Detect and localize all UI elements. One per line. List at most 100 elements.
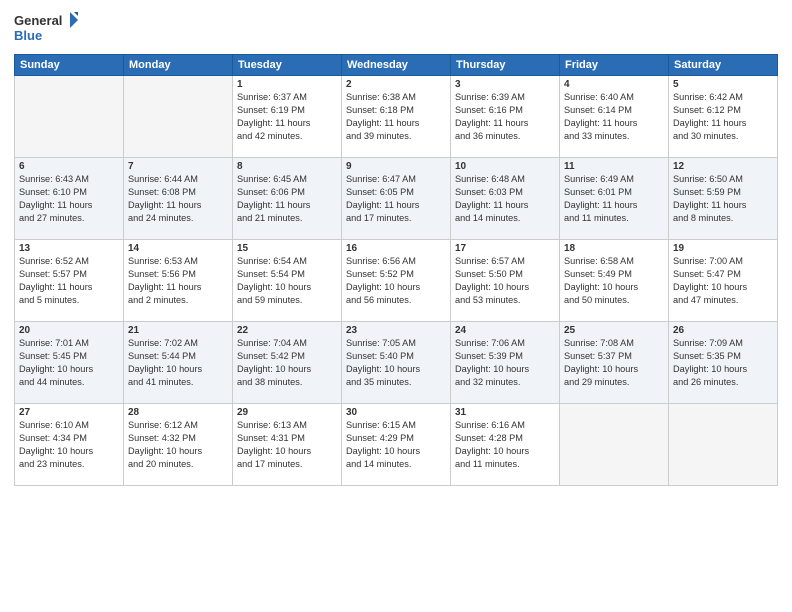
cell-line: Sunset: 5:44 PM <box>128 350 228 363</box>
cell-line: Sunset: 5:49 PM <box>564 268 664 281</box>
day-number: 8 <box>237 161 337 172</box>
calendar-cell: 25Sunrise: 7:08 AMSunset: 5:37 PMDayligh… <box>560 322 669 404</box>
cell-line: and 17 minutes. <box>237 458 337 471</box>
calendar-cell: 10Sunrise: 6:48 AMSunset: 6:03 PMDayligh… <box>451 158 560 240</box>
day-number: 23 <box>346 325 446 336</box>
calendar-cell: 8Sunrise: 6:45 AMSunset: 6:06 PMDaylight… <box>233 158 342 240</box>
cell-line: Sunrise: 6:53 AM <box>128 255 228 268</box>
cell-line: Sunrise: 7:01 AM <box>19 337 119 350</box>
cell-line: Sunset: 4:31 PM <box>237 432 337 445</box>
cell-line: Sunset: 5:40 PM <box>346 350 446 363</box>
logo: General Blue <box>14 10 84 46</box>
cell-line: and 24 minutes. <box>128 212 228 225</box>
cell-line: Daylight: 10 hours <box>128 363 228 376</box>
calendar-cell: 30Sunrise: 6:15 AMSunset: 4:29 PMDayligh… <box>342 404 451 486</box>
cell-line: and 29 minutes. <box>564 376 664 389</box>
cell-line: Sunrise: 6:38 AM <box>346 91 446 104</box>
calendar-cell: 11Sunrise: 6:49 AMSunset: 6:01 PMDayligh… <box>560 158 669 240</box>
cell-line: Daylight: 10 hours <box>564 281 664 294</box>
calendar-cell: 4Sunrise: 6:40 AMSunset: 6:14 PMDaylight… <box>560 76 669 158</box>
cell-line: Sunrise: 6:54 AM <box>237 255 337 268</box>
cell-line: and 21 minutes. <box>237 212 337 225</box>
day-number: 11 <box>564 161 664 172</box>
cell-line: Sunrise: 6:39 AM <box>455 91 555 104</box>
cell-line: Sunrise: 6:37 AM <box>237 91 337 104</box>
day-number: 18 <box>564 243 664 254</box>
cell-line: and 41 minutes. <box>128 376 228 389</box>
cell-line: Sunset: 5:59 PM <box>673 186 773 199</box>
cell-line: Daylight: 10 hours <box>128 445 228 458</box>
cell-line: Sunrise: 7:06 AM <box>455 337 555 350</box>
cell-line: Sunset: 6:05 PM <box>346 186 446 199</box>
cell-line: Sunset: 5:39 PM <box>455 350 555 363</box>
cell-line: Sunrise: 6:47 AM <box>346 173 446 186</box>
cell-line: Daylight: 11 hours <box>19 281 119 294</box>
cell-line: Sunrise: 6:56 AM <box>346 255 446 268</box>
cell-line: Daylight: 10 hours <box>237 445 337 458</box>
cell-line: Sunset: 6:06 PM <box>237 186 337 199</box>
calendar-cell: 29Sunrise: 6:13 AMSunset: 4:31 PMDayligh… <box>233 404 342 486</box>
cell-line: Sunset: 6:16 PM <box>455 104 555 117</box>
day-number: 20 <box>19 325 119 336</box>
day-number: 16 <box>346 243 446 254</box>
cell-line: and 27 minutes. <box>19 212 119 225</box>
calendar-cell: 19Sunrise: 7:00 AMSunset: 5:47 PMDayligh… <box>669 240 778 322</box>
day-number: 24 <box>455 325 555 336</box>
calendar-cell: 18Sunrise: 6:58 AMSunset: 5:49 PMDayligh… <box>560 240 669 322</box>
cell-line: and 38 minutes. <box>237 376 337 389</box>
cell-line: Sunrise: 6:58 AM <box>564 255 664 268</box>
cell-line: Sunset: 5:57 PM <box>19 268 119 281</box>
calendar-cell <box>669 404 778 486</box>
calendar-cell: 24Sunrise: 7:06 AMSunset: 5:39 PMDayligh… <box>451 322 560 404</box>
calendar-cell: 2Sunrise: 6:38 AMSunset: 6:18 PMDaylight… <box>342 76 451 158</box>
calendar-cell: 31Sunrise: 6:16 AMSunset: 4:28 PMDayligh… <box>451 404 560 486</box>
cell-line: Sunrise: 6:57 AM <box>455 255 555 268</box>
cell-line: and 59 minutes. <box>237 294 337 307</box>
cell-line: Sunset: 6:10 PM <box>19 186 119 199</box>
cell-line: Sunset: 4:29 PM <box>346 432 446 445</box>
calendar-cell: 13Sunrise: 6:52 AMSunset: 5:57 PMDayligh… <box>15 240 124 322</box>
cell-line: Sunrise: 6:48 AM <box>455 173 555 186</box>
cell-line: and 39 minutes. <box>346 130 446 143</box>
cell-line: and 23 minutes. <box>19 458 119 471</box>
day-number: 29 <box>237 407 337 418</box>
cell-line: and 32 minutes. <box>455 376 555 389</box>
cell-line: Sunset: 6:08 PM <box>128 186 228 199</box>
cell-line: Sunrise: 7:02 AM <box>128 337 228 350</box>
calendar-body: 1Sunrise: 6:37 AMSunset: 6:19 PMDaylight… <box>15 76 778 486</box>
cell-line: and 20 minutes. <box>128 458 228 471</box>
cell-line: and 11 minutes. <box>564 212 664 225</box>
cell-line: and 35 minutes. <box>346 376 446 389</box>
cell-line: and 26 minutes. <box>673 376 773 389</box>
cell-line: Daylight: 11 hours <box>455 117 555 130</box>
cell-line: Sunrise: 6:42 AM <box>673 91 773 104</box>
calendar-header-row: SundayMondayTuesdayWednesdayThursdayFrid… <box>15 55 778 76</box>
day-number: 2 <box>346 79 446 90</box>
day-number: 4 <box>564 79 664 90</box>
cell-line: Daylight: 11 hours <box>673 199 773 212</box>
cell-line: and 50 minutes. <box>564 294 664 307</box>
cell-line: Daylight: 11 hours <box>237 117 337 130</box>
day-number: 25 <box>564 325 664 336</box>
cell-line: Sunrise: 6:52 AM <box>19 255 119 268</box>
day-number: 15 <box>237 243 337 254</box>
calendar-week-row: 27Sunrise: 6:10 AMSunset: 4:34 PMDayligh… <box>15 404 778 486</box>
cell-line: Sunrise: 6:43 AM <box>19 173 119 186</box>
cell-line: and 53 minutes. <box>455 294 555 307</box>
weekday-header-wednesday: Wednesday <box>342 55 451 76</box>
cell-line: and 8 minutes. <box>673 212 773 225</box>
cell-line: Sunrise: 6:13 AM <box>237 419 337 432</box>
cell-line: and 33 minutes. <box>564 130 664 143</box>
day-number: 17 <box>455 243 555 254</box>
calendar-cell: 28Sunrise: 6:12 AMSunset: 4:32 PMDayligh… <box>124 404 233 486</box>
calendar-cell: 20Sunrise: 7:01 AMSunset: 5:45 PMDayligh… <box>15 322 124 404</box>
cell-line: Daylight: 10 hours <box>237 281 337 294</box>
day-number: 3 <box>455 79 555 90</box>
cell-line: and 14 minutes. <box>455 212 555 225</box>
day-number: 6 <box>19 161 119 172</box>
cell-line: Sunrise: 7:08 AM <box>564 337 664 350</box>
weekday-header-tuesday: Tuesday <box>233 55 342 76</box>
weekday-header-sunday: Sunday <box>15 55 124 76</box>
day-number: 9 <box>346 161 446 172</box>
weekday-header-saturday: Saturday <box>669 55 778 76</box>
